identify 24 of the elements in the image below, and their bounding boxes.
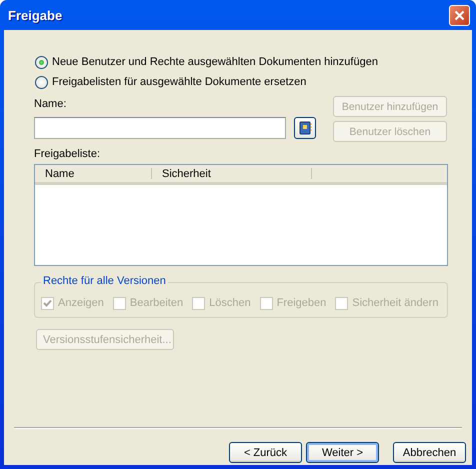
column-header[interactable]: Name	[35, 168, 152, 179]
window-title: Freigabe	[8, 8, 62, 22]
book-icon	[298, 121, 312, 135]
share-list-label: Freigabeliste:	[34, 148, 102, 161]
option-label: Freigabelisten für ausgewählte Dokumente ersetzen	[52, 76, 306, 88]
option-label: Neue Benutzer und Rechte ausgewählten Dokumenten hinzufügen	[52, 56, 378, 68]
cancel-button[interactable]: Abbrechen	[393, 442, 466, 463]
close-icon	[454, 10, 465, 20]
column-header[interactable]: Sicherheit	[152, 168, 312, 179]
address-book-button[interactable]	[294, 117, 316, 139]
group-title: Rechte für alle Versionen	[41, 275, 168, 287]
name-input-field[interactable]	[34, 117, 286, 139]
close-button[interactable]	[449, 4, 470, 26]
checkbox-label: Bearbeiten	[130, 297, 184, 309]
name-label: Name:	[34, 98, 68, 111]
checkbox-label: Anzeigen	[58, 297, 104, 309]
share-list[interactable]: Name Sicherheit	[34, 164, 448, 266]
checkbox-label: Löschen	[209, 297, 251, 309]
radio-button[interactable]	[35, 76, 48, 88]
radio-button[interactable]	[35, 56, 48, 68]
checkbox-label: Sicherheit ändern	[352, 297, 438, 309]
next-button[interactable]: Weiter >	[306, 442, 379, 463]
back-button[interactable]: < Zurück	[229, 442, 302, 463]
checkbox-label: Freigeben	[276, 297, 326, 309]
